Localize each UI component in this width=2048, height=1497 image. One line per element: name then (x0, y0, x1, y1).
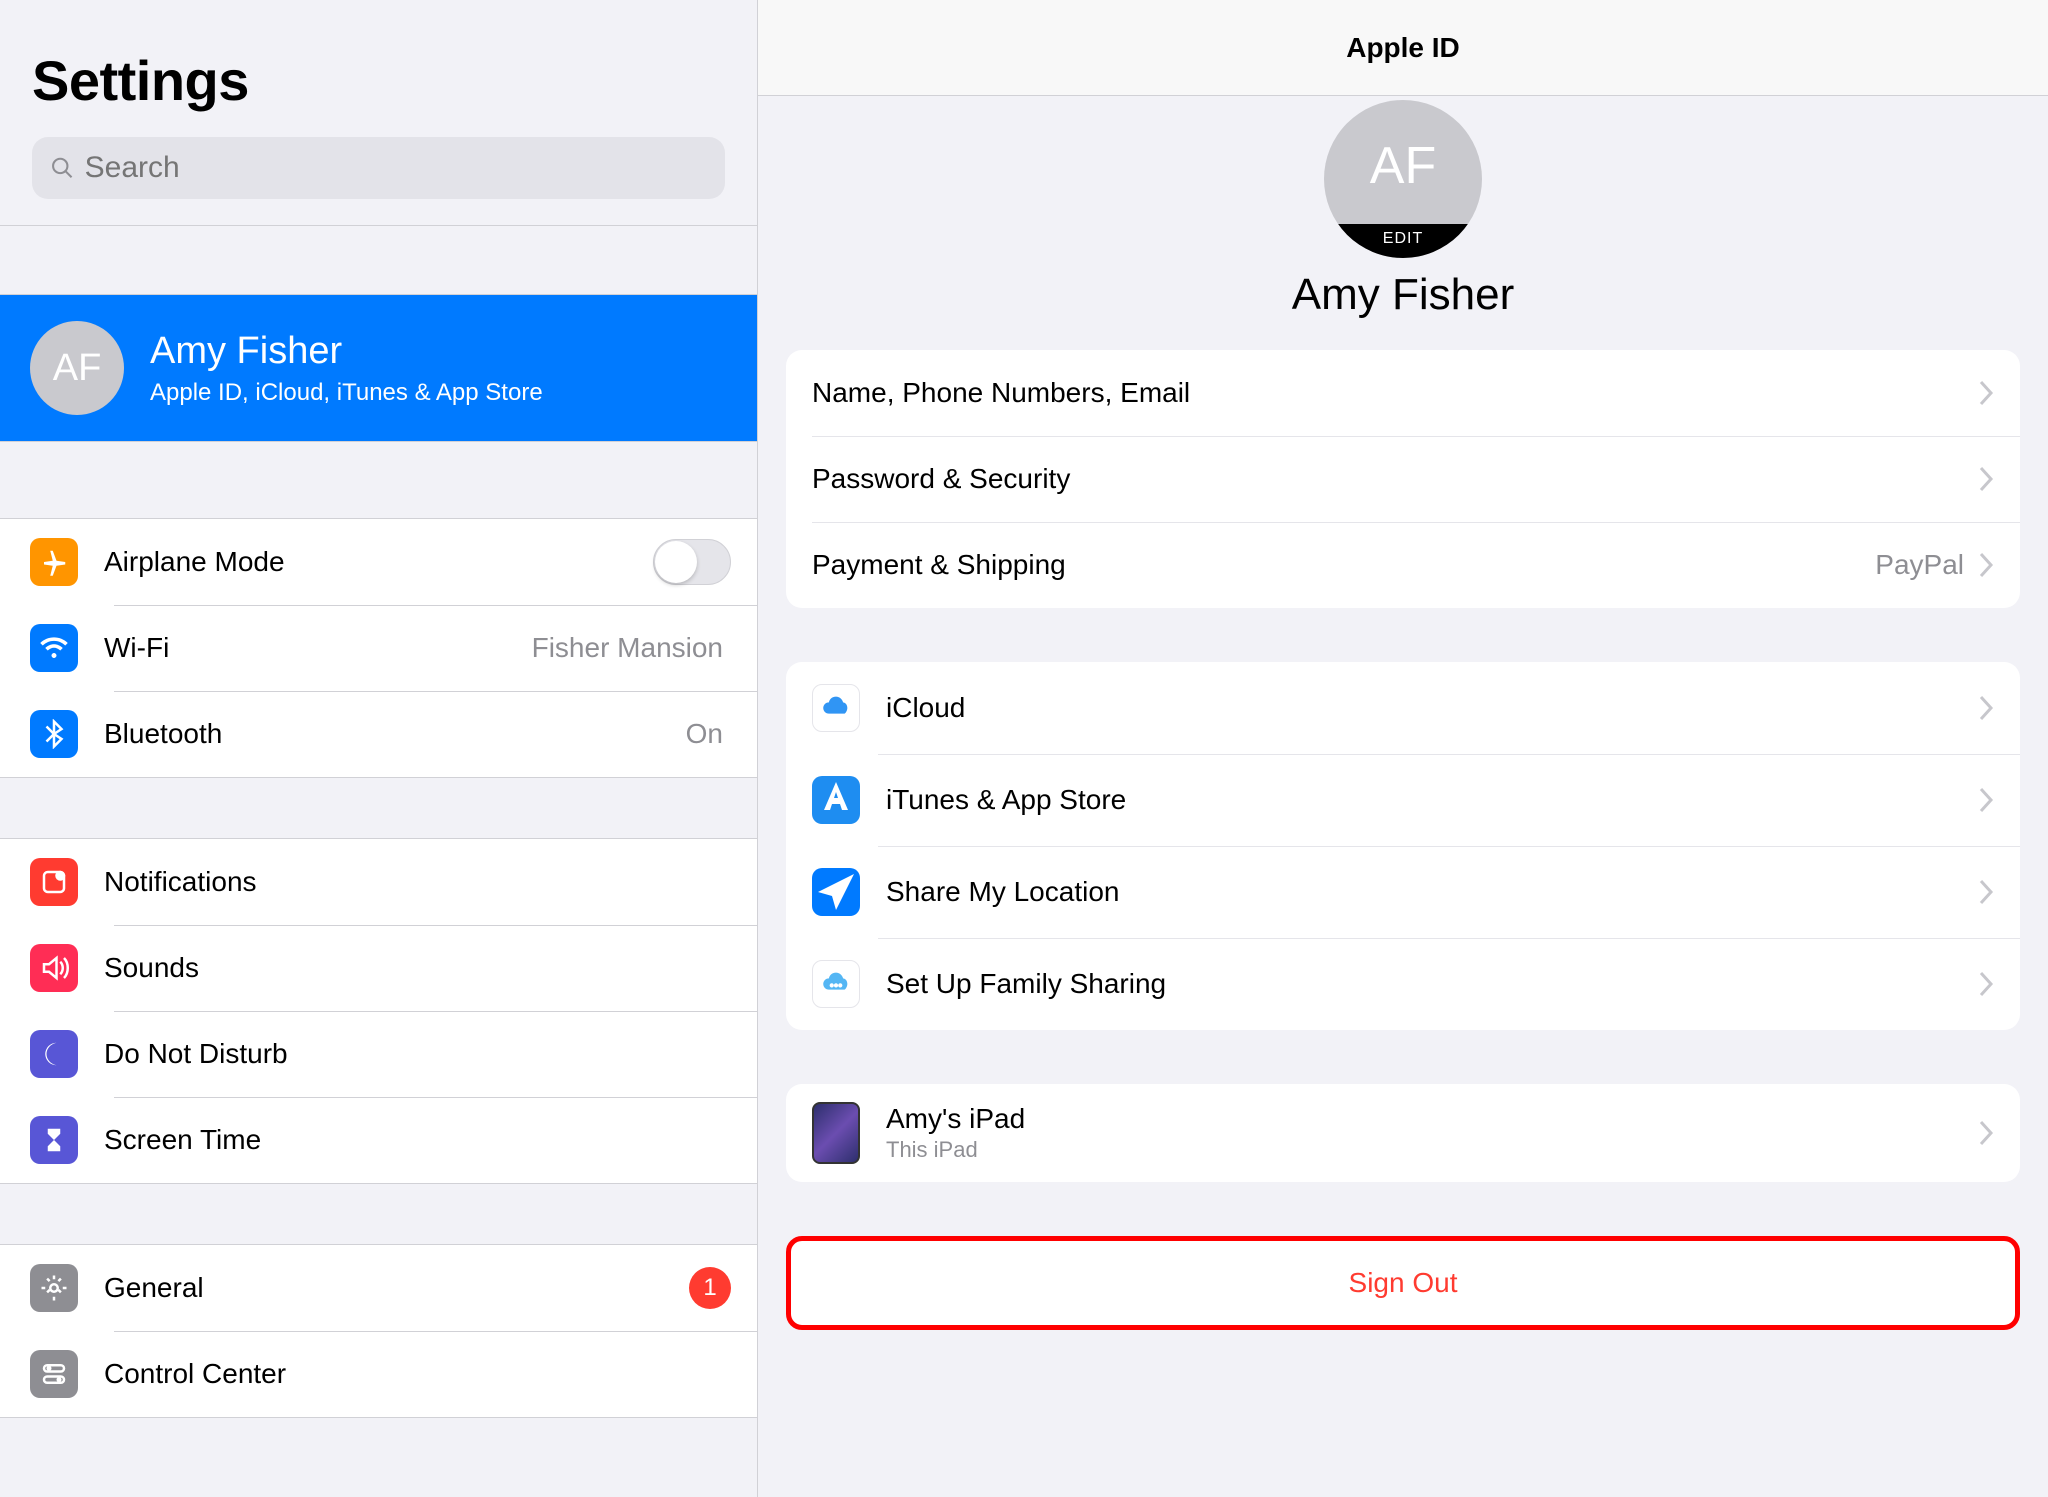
moon-icon (30, 1030, 78, 1078)
sidebar-item-label: General (104, 1272, 689, 1304)
chevron-right-icon (1978, 379, 1994, 407)
device-subtitle: This iPad (886, 1137, 1978, 1163)
detail-header: Apple ID (758, 0, 2048, 96)
sidebar-group-general: General 1 Control Center (0, 1244, 757, 1418)
icloud-icon (812, 684, 860, 732)
services-card: iCloud iTunes & App Store Share My Locat… (786, 662, 2020, 1030)
row-name-phone-email[interactable]: Name, Phone Numbers, Email (786, 350, 2020, 436)
bluetooth-icon (30, 710, 78, 758)
chevron-right-icon (1978, 970, 1994, 998)
sidebar-item-controlcenter[interactable]: Control Center (0, 1331, 757, 1417)
sidebar-header: Settings (0, 0, 757, 226)
wifi-icon (30, 624, 78, 672)
account-info-card: Name, Phone Numbers, Email Password & Se… (786, 350, 2020, 608)
sign-out-label: Sign Out (817, 1267, 1989, 1299)
notification-badge: 1 (689, 1267, 731, 1309)
row-password-security[interactable]: Password & Security (786, 436, 2020, 522)
profile-name: Amy Fisher (150, 330, 543, 373)
settings-sidebar: Settings AF Amy Fisher Apple ID, iCloud,… (0, 0, 758, 1497)
sidebar-item-airplane[interactable]: Airplane Mode (0, 519, 757, 605)
gear-icon (30, 1264, 78, 1312)
chevron-right-icon (1978, 878, 1994, 906)
chevron-right-icon (1978, 786, 1994, 814)
airplane-switch[interactable] (653, 539, 731, 585)
row-label: Set Up Family Sharing (886, 968, 1978, 1000)
sidebar-group-alerts: Notifications Sounds Do Not Disturb Scre… (0, 838, 757, 1184)
sidebar-item-label: Do Not Disturb (104, 1038, 731, 1070)
row-value: PayPal (1875, 549, 1964, 581)
sidebar-item-dnd[interactable]: Do Not Disturb (0, 1011, 757, 1097)
page-title: Apple ID (1346, 32, 1460, 64)
sidebar-item-bluetooth[interactable]: Bluetooth On (0, 691, 757, 777)
row-label: iTunes & App Store (886, 784, 1978, 816)
row-label: Password & Security (812, 463, 1978, 495)
notifications-icon (30, 858, 78, 906)
sidebar-item-wifi[interactable]: Wi-Fi Fisher Mansion (0, 605, 757, 691)
row-device-ipad[interactable]: Amy's iPad This iPad (786, 1084, 2020, 1182)
sidebar-item-label: Airplane Mode (104, 546, 653, 578)
sidebar-item-screentime[interactable]: Screen Time (0, 1097, 757, 1183)
sidebar-item-sounds[interactable]: Sounds (0, 925, 757, 1011)
switches-icon (30, 1350, 78, 1398)
sidebar-item-label: Screen Time (104, 1124, 731, 1156)
row-label: Share My Location (886, 876, 1978, 908)
row-payment-shipping[interactable]: Payment & Shipping PayPal (786, 522, 2020, 608)
profile-name: Amy Fisher (758, 270, 2048, 320)
settings-title: Settings (32, 48, 725, 113)
sidebar-group-connectivity: Airplane Mode Wi-Fi Fisher Mansion Bluet… (0, 518, 757, 778)
row-share-location[interactable]: Share My Location (786, 846, 2020, 938)
hourglass-icon (30, 1116, 78, 1164)
row-icloud[interactable]: iCloud (786, 662, 2020, 754)
sidebar-item-label: Sounds (104, 952, 731, 984)
profile-hero: AF EDIT Amy Fisher (758, 96, 2048, 350)
profile-subtitle: Apple ID, iCloud, iTunes & App Store (150, 379, 543, 407)
sidebar-item-notifications[interactable]: Notifications (0, 839, 757, 925)
wifi-value: Fisher Mansion (532, 632, 723, 664)
chevron-right-icon (1978, 694, 1994, 722)
row-label: Name, Phone Numbers, Email (812, 377, 1978, 409)
row-family-sharing[interactable]: Set Up Family Sharing (786, 938, 2020, 1030)
device-name: Amy's iPad (886, 1103, 1978, 1135)
chevron-right-icon (1978, 1119, 1994, 1147)
airplane-icon (30, 538, 78, 586)
avatar-edit-button[interactable]: AF EDIT (1324, 100, 1482, 258)
row-itunes-appstore[interactable]: iTunes & App Store (786, 754, 2020, 846)
detail-pane: Apple ID AF EDIT Amy Fisher Name, Phone … (758, 0, 2048, 1497)
ipad-icon (812, 1102, 860, 1164)
sidebar-item-label: Notifications (104, 866, 731, 898)
sidebar-item-label: Control Center (104, 1358, 731, 1390)
chevron-right-icon (1978, 551, 1994, 579)
search-icon (50, 155, 75, 181)
search-input[interactable] (32, 137, 725, 199)
avatar-initials: AF (1324, 100, 1482, 224)
devices-card: Amy's iPad This iPad (786, 1084, 2020, 1182)
sidebar-item-general[interactable]: General 1 (0, 1245, 757, 1331)
row-label: Payment & Shipping (812, 549, 1875, 581)
profile-text: Amy Fisher Apple ID, iCloud, iTunes & Ap… (150, 330, 543, 407)
sidebar-item-label: Wi-Fi (104, 632, 532, 664)
family-icon (812, 960, 860, 1008)
search-input-field[interactable] (85, 151, 707, 185)
bluetooth-value: On (686, 718, 723, 750)
location-icon (812, 868, 860, 916)
sign-out-button[interactable]: Sign Out (786, 1236, 2020, 1330)
chevron-right-icon (1978, 465, 1994, 493)
sidebar-item-label: Bluetooth (104, 718, 686, 750)
avatar-edit-label: EDIT (1324, 224, 1482, 258)
row-label: iCloud (886, 692, 1978, 724)
sounds-icon (30, 944, 78, 992)
sidebar-item-profile[interactable]: AF Amy Fisher Apple ID, iCloud, iTunes &… (0, 294, 757, 442)
appstore-icon (812, 776, 860, 824)
avatar: AF (30, 321, 124, 415)
